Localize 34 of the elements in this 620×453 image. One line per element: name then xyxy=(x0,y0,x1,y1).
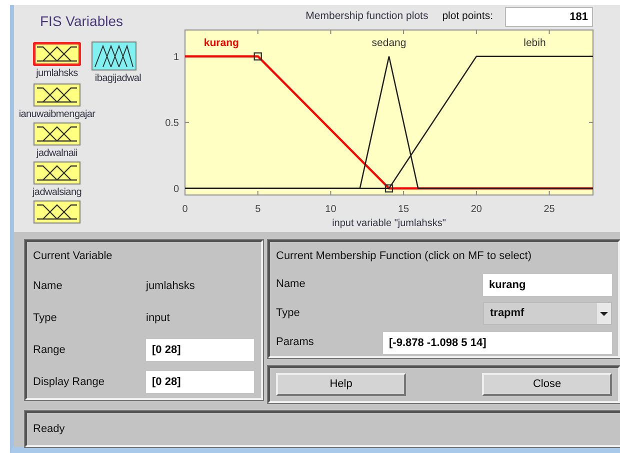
y-tick-label: 0 xyxy=(173,184,179,195)
y-tick-label: 1 xyxy=(173,52,179,63)
dropdown-value: trapmf xyxy=(490,306,524,322)
chart-title: Membership function plots xyxy=(306,8,428,24)
curve-label: kurang xyxy=(204,37,239,49)
field-label: Name xyxy=(276,277,306,292)
status-text: Ready xyxy=(33,423,65,435)
field-label: Range xyxy=(33,342,66,358)
x-tick-label: 15 xyxy=(398,204,410,215)
variable-label: jumlahsks xyxy=(36,68,78,79)
x-tick-label: 25 xyxy=(544,204,555,215)
variable-label: jadwalnaii xyxy=(36,148,78,159)
panel-title: Current Membership Function (click on MF to select) xyxy=(276,249,533,264)
panel-title: FIS Variables xyxy=(40,12,123,31)
x-tick-label: 20 xyxy=(470,204,482,215)
plot-points-label: plot points: xyxy=(442,8,493,24)
field-label: Params xyxy=(276,335,314,350)
x-axis-label: input variable "jumlahsks" xyxy=(332,218,446,229)
variable-label: jadwalsiang xyxy=(32,187,82,198)
field-value: jumlahsks xyxy=(146,278,195,294)
field-label: Type xyxy=(33,310,58,326)
field-value: input xyxy=(146,310,170,326)
field-label: Name xyxy=(33,278,64,294)
variable-label: ianuwaibmengajar xyxy=(18,109,96,120)
variable-label: ibagijadwal xyxy=(94,73,142,84)
field-label: Display Range xyxy=(33,374,106,390)
y-tick-label: 0.5 xyxy=(165,118,179,129)
x-tick-label: 0 xyxy=(182,204,188,215)
x-tick-label: 5 xyxy=(255,204,261,215)
curve-label: sedang xyxy=(372,37,406,49)
field-label: Type xyxy=(276,306,300,322)
panel-title: Current Variable xyxy=(33,249,114,264)
curve-label: lebih xyxy=(524,37,546,49)
x-tick-label: 10 xyxy=(325,204,336,215)
